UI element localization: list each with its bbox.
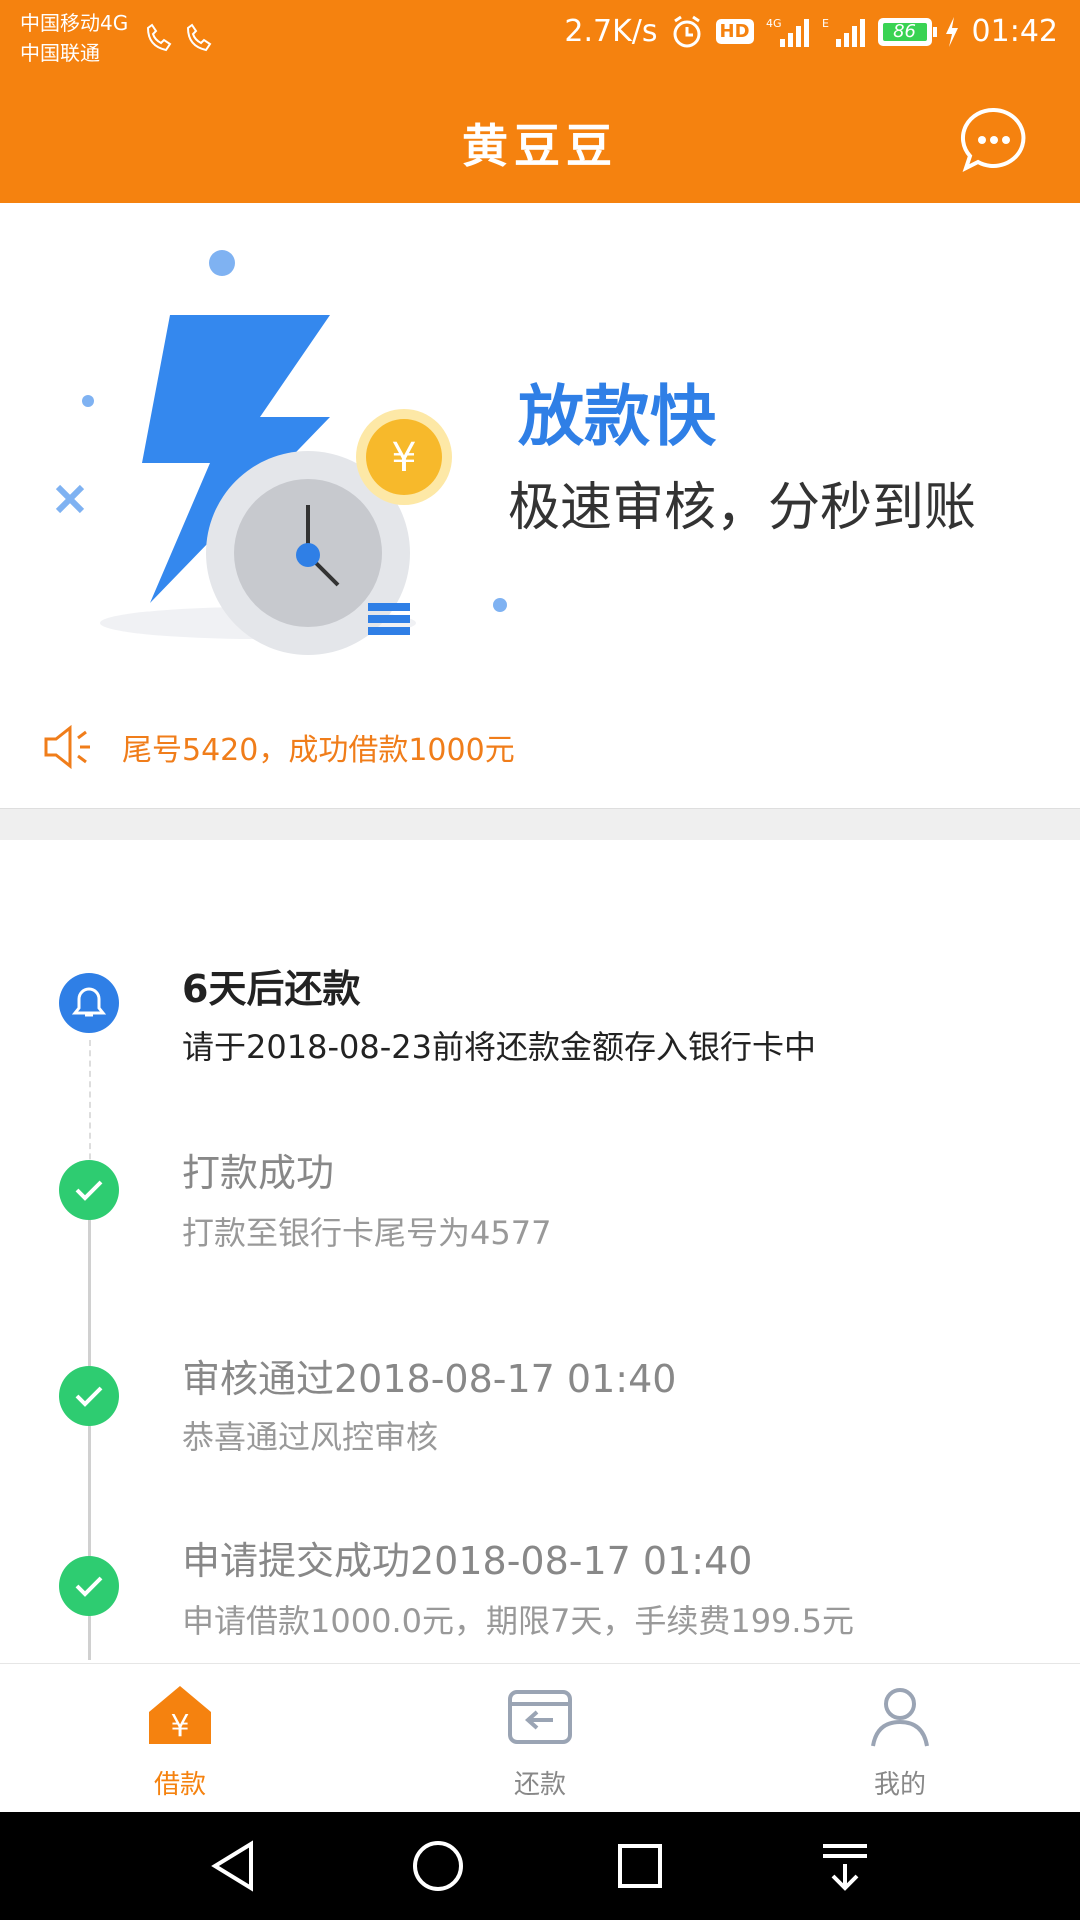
svg-text:E: E <box>822 17 829 30</box>
section-divider <box>0 808 1080 840</box>
speaker-icon <box>44 724 90 770</box>
nav-label: 还款 <box>513 1770 566 1800</box>
nav-tab-loan[interactable]: ¥ 借款 <box>80 1682 280 1801</box>
notice-text: 尾号5420，成功借款1000元 <box>122 733 515 768</box>
banner-subtitle: 极速审核，分秒到账 <box>508 478 977 538</box>
timeline-desc: 打款至银行卡尾号为4577 <box>182 1214 552 1252</box>
nav-label: 借款 <box>153 1770 206 1800</box>
recents-icon[interactable] <box>610 1836 670 1896</box>
call-icons <box>142 18 222 62</box>
check-icon <box>59 1160 119 1220</box>
timeline-title: 申请提交成功2018-08-17 01:40 <box>182 1539 753 1583</box>
screen: 中国移动4G 中国联通 2.7K/s HD 4G E 86 01:42 黄豆豆 … <box>0 0 1080 1920</box>
app-header: 黄豆豆 <box>0 82 1080 203</box>
page-title: 黄豆豆 <box>462 119 618 173</box>
alarm-clock-icon <box>673 15 701 47</box>
timeline-desc: 恭喜通过风控审核 <box>182 1418 439 1456</box>
timeline-desc: 请于2018-08-23前将还款金额存入银行卡中 <box>182 1028 816 1066</box>
phone-call-icon <box>146 23 212 52</box>
loan-house-icon: ¥ <box>149 1686 211 1744</box>
carrier-2: 中国联通 <box>20 41 100 65</box>
bell-icon <box>59 973 119 1033</box>
net-speed: 2.7K/s <box>564 14 658 49</box>
nav-tab-profile[interactable]: 我的 <box>800 1682 1000 1801</box>
charging-icon <box>945 16 958 47</box>
check-icon <box>59 1556 119 1616</box>
system-nav-bar <box>0 1812 1080 1920</box>
more-button[interactable] <box>958 104 1030 176</box>
timeline-desc: 申请借款1000.0元，期限7天，手续费199.5元 <box>182 1602 854 1640</box>
back-icon[interactable] <box>205 1836 265 1896</box>
timeline-title: 6天后还款 <box>182 967 361 1011</box>
status-bar: 中国移动4G 中国联通 2.7K/s HD 4G E 86 01:42 <box>0 0 1080 82</box>
promo-banner: ¥ 放款快 极速审核，分秒到账 <box>0 203 1080 683</box>
battery-level: 86 <box>882 22 927 41</box>
timeline-title: 打款成功 <box>182 1151 335 1195</box>
repay-card-icon <box>508 1690 572 1744</box>
loan-timeline: 6天后还款 请于2018-08-23前将还款金额存入银行卡中 打款成功 打款至银… <box>0 840 1080 1663</box>
banner-title: 放款快 <box>518 378 716 455</box>
loan-notice: 尾号5420，成功借款1000元 <box>42 722 515 772</box>
lightning-clock-illustration: ¥ <box>55 250 507 655</box>
check-icon <box>59 1366 119 1426</box>
carrier-1: 中国移动4G <box>20 11 129 35</box>
signal-4g-icon: 4G <box>766 17 809 47</box>
status-indicators: 2.7K/s HD 4G E 86 01:42 <box>564 14 1058 49</box>
svg-text:4G: 4G <box>766 17 782 30</box>
timeline-connector-pending <box>89 1040 91 1180</box>
notification-pulldown-icon[interactable] <box>815 1836 875 1896</box>
timeline-title: 审核通过2018-08-17 01:40 <box>182 1357 677 1401</box>
signal-e-icon: E <box>822 17 865 47</box>
carrier-info: 中国移动4G 中国联通 <box>20 8 128 68</box>
hd-badge: HD <box>715 19 754 44</box>
clock: 01:42 <box>971 14 1058 49</box>
chat-more-icon <box>960 107 1026 172</box>
svg-text:¥: ¥ <box>391 435 416 481</box>
battery-icon: 86 <box>877 17 937 46</box>
svg-text:¥: ¥ <box>170 1709 189 1744</box>
bottom-nav: ¥ 借款 还款 我的 <box>0 1663 1080 1812</box>
home-icon[interactable] <box>408 1836 468 1896</box>
nav-label: 我的 <box>873 1770 926 1800</box>
nav-tab-repay[interactable]: 还款 <box>440 1682 640 1801</box>
profile-icon <box>871 1688 929 1747</box>
